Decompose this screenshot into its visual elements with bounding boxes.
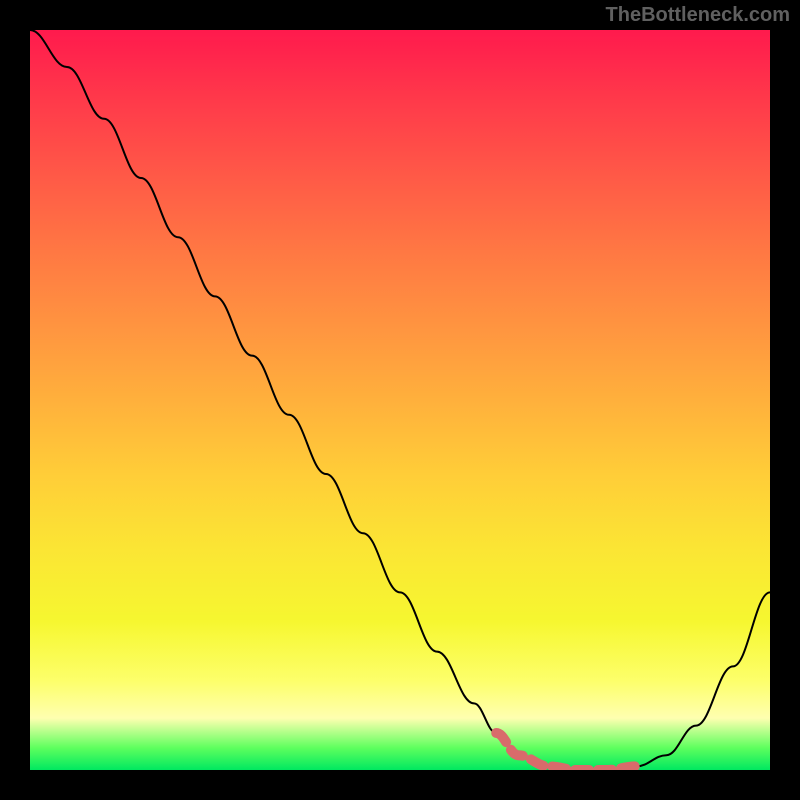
bottleneck-curve-line: [30, 30, 770, 770]
chart-plot-area: [30, 30, 770, 770]
chart-svg: [30, 30, 770, 770]
watermark-text: TheBottleneck.com: [606, 4, 790, 27]
optimal-range-marker: [496, 733, 637, 770]
